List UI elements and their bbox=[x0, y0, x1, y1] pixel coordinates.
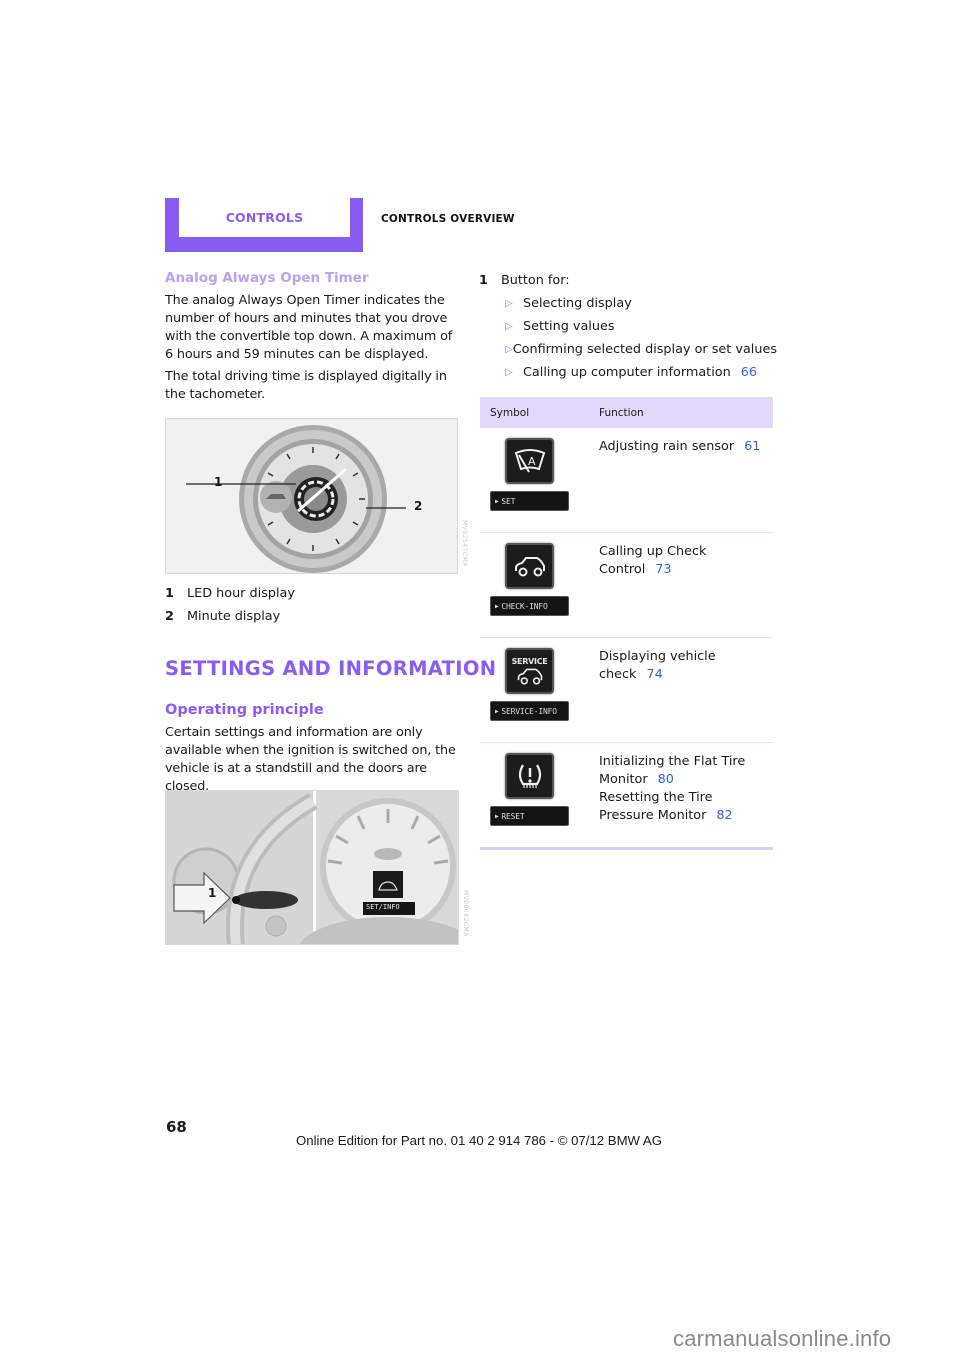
button-intro: 1 Button for: bbox=[479, 273, 570, 288]
chapter-tab: CONTROLS bbox=[165, 198, 363, 252]
table-row: A ▶ SET Adjusting rain sensor 61 bbox=[480, 428, 773, 533]
page-reference-link[interactable]: 66 bbox=[731, 364, 757, 382]
play-arrow-icon: ▶ bbox=[495, 497, 499, 505]
timer-paragraph-2: The total driving time is displayed digi… bbox=[165, 369, 447, 402]
set-info-label: SET/INFO bbox=[366, 903, 400, 911]
steering-and-display-figure: 1 SET/INFO bbox=[165, 790, 459, 945]
watermark: carmanualsonline.info bbox=[673, 1326, 892, 1351]
timer-legend: 1 LED hour display 2 Minute display bbox=[165, 585, 465, 631]
chapter-tab-label: CONTROLS bbox=[225, 210, 304, 225]
display-label: ▶ CHECK-INFO bbox=[490, 596, 569, 616]
service-car-icon: SERVICE bbox=[505, 648, 554, 694]
figure-callout-1: 1 bbox=[208, 886, 217, 900]
table-row: ▶ RESET Initializing the Flat Tire Monit… bbox=[480, 743, 773, 850]
symbol-function-table: Symbol Function A ▶ SET Adjusting rain s… bbox=[480, 397, 773, 850]
service-icon-text: SERVICE bbox=[511, 657, 548, 666]
page-reference-link[interactable]: 73 bbox=[645, 562, 671, 577]
bullet-triangle-icon: ▷ bbox=[505, 321, 513, 332]
symbol-cell: A ▶ SET bbox=[480, 428, 599, 532]
timer-heading: Analog Always Open Timer bbox=[165, 270, 369, 286]
section-title: CONTROLS OVERVIEW bbox=[381, 213, 515, 225]
steering-column-illustration bbox=[166, 791, 458, 944]
timer-section: Analog Always Open Timer The analog Alwa… bbox=[165, 270, 460, 408]
tire-pressure-warning-icon bbox=[505, 753, 554, 799]
timer-gauge-figure: 1 2 bbox=[165, 418, 458, 574]
column-header-function: Function bbox=[599, 406, 644, 419]
table-row: ▶ CHECK-INFO Calling up Check Control 73 bbox=[480, 533, 773, 638]
play-arrow-icon: ▶ bbox=[495, 812, 499, 820]
operating-principle-heading: Operating principle bbox=[165, 702, 324, 718]
page-reference-link[interactable]: 80 bbox=[648, 772, 674, 787]
display-label: ▶ SET bbox=[490, 491, 569, 511]
button-description: 1 Button for: ▷ Selecting display ▷ Sett… bbox=[479, 272, 777, 387]
list-item: ▷ Selecting display bbox=[505, 296, 632, 311]
page-number: 68 bbox=[166, 1118, 187, 1136]
function-cell: Calling up Check Control 73 bbox=[599, 544, 707, 577]
function-cell: Initializing the Flat Tire Monitor 80 Res… bbox=[599, 754, 746, 823]
list-item: ▷ Calling up computer information 66 bbox=[505, 364, 757, 382]
timer-gauge-illustration bbox=[166, 419, 457, 573]
function-cell: Adjusting rain sensor 61 bbox=[599, 439, 761, 454]
settings-heading: SETTINGS AND INFORMATION bbox=[165, 657, 497, 680]
car-icon bbox=[505, 543, 554, 589]
page-reference-link[interactable]: 61 bbox=[734, 439, 760, 454]
legend-item: 1 LED hour display bbox=[165, 586, 295, 601]
page-reference-link[interactable]: 74 bbox=[636, 667, 662, 682]
operating-principle-paragraph: Certain settings and information are onl… bbox=[165, 725, 456, 794]
bullet-triangle-icon: ▷ bbox=[505, 344, 513, 355]
figure-code: MV00082CMA bbox=[462, 890, 469, 937]
symbol-cell: ▶ RESET bbox=[480, 743, 599, 847]
display-label: ▶ RESET bbox=[490, 806, 569, 826]
legend-item: 2 Minute display bbox=[165, 609, 281, 624]
operating-principle: Operating principle Certain settings and… bbox=[165, 702, 460, 800]
bullet-triangle-icon: ▷ bbox=[505, 298, 513, 309]
timer-paragraph-1: The analog Always Open Timer indicates t… bbox=[165, 293, 453, 362]
symbol-cell: ▶ CHECK-INFO bbox=[480, 533, 599, 637]
table-row: SERVICE ▶ SERVICE-INFO Displaying vehicl… bbox=[480, 638, 773, 743]
bullet-triangle-icon: ▷ bbox=[505, 367, 513, 378]
svg-text:A: A bbox=[528, 455, 536, 468]
play-arrow-icon: ▶ bbox=[495, 707, 499, 715]
symbol-cell: SERVICE ▶ SERVICE-INFO bbox=[480, 638, 599, 742]
play-arrow-icon: ▶ bbox=[495, 602, 499, 610]
page-reference-link[interactable]: 82 bbox=[706, 808, 732, 823]
table-header: Symbol Function bbox=[480, 397, 773, 428]
column-header-symbol: Symbol bbox=[490, 406, 530, 419]
function-cell: Displaying vehicle check 74 bbox=[599, 649, 716, 682]
list-item: ▷ Confirming selected display or set val… bbox=[505, 342, 777, 357]
figure-callout-1: 1 bbox=[214, 475, 223, 489]
list-item: ▷ Setting values bbox=[505, 319, 615, 334]
display-label: ▶ SERVICE-INFO bbox=[490, 701, 569, 721]
edition-footer: Online Edition for Part no. 01 40 2 914 … bbox=[296, 1133, 662, 1148]
figure-code: MV02547CMA bbox=[461, 520, 468, 567]
rain-sensor-icon: A bbox=[505, 438, 554, 484]
figure-callout-2: 2 bbox=[414, 499, 423, 513]
